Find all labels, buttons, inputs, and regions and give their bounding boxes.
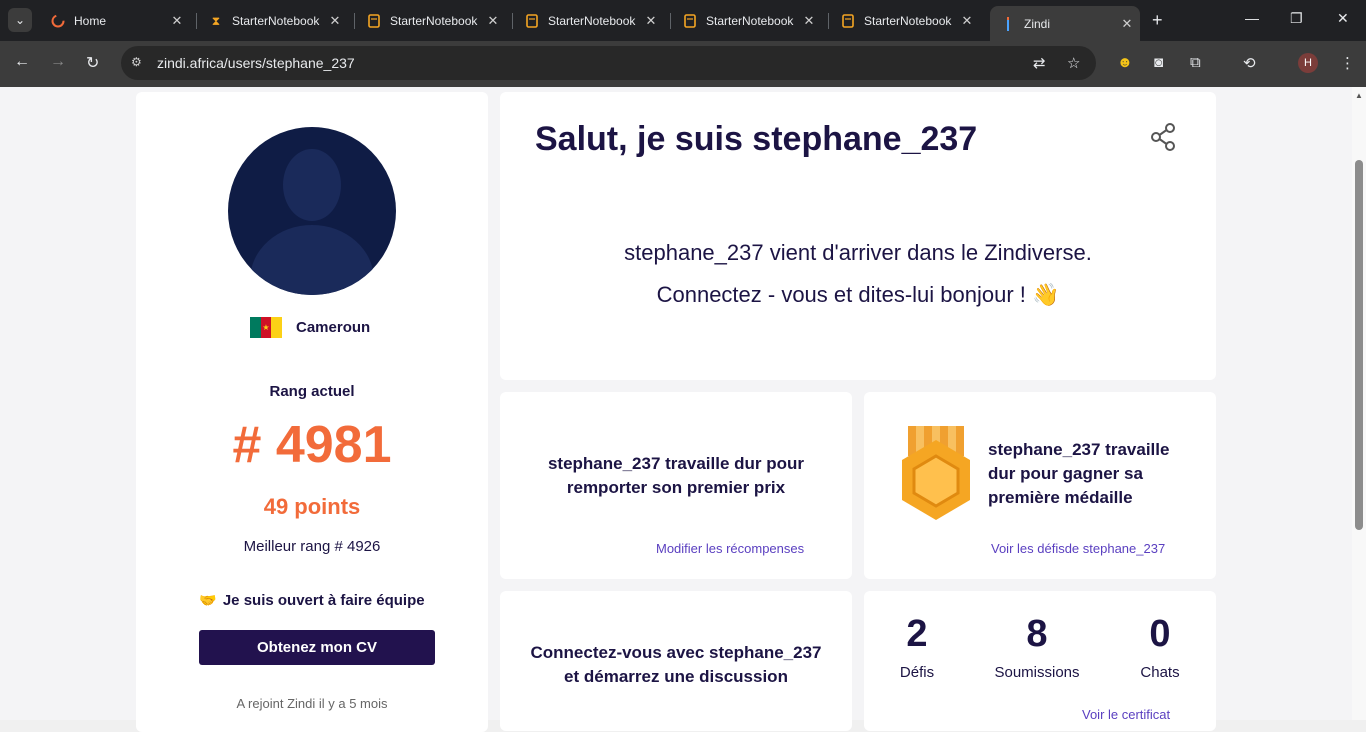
stat-label: Soumissions [994, 664, 1080, 681]
close-icon[interactable]: ✕ [800, 13, 818, 29]
prize-card: stephane_237 travaille dur pour remporte… [500, 392, 852, 579]
stat-value: 2 [906, 613, 928, 655]
team-status: 🤝 Je suis ouvert à faire équipe [136, 592, 488, 609]
page-title: Salut, je suis stephane_237 [535, 120, 978, 158]
reload-icon[interactable]: ↻ [86, 53, 99, 73]
medal-message: stephane_237 travaille dur pour gagner s… [988, 440, 1170, 507]
page-scrollbar[interactable]: ▲ [1352, 87, 1366, 720]
profile-avatar[interactable]: H [1298, 53, 1318, 73]
profile-sidebar-card: ★ Cameroun Rang actuel # 4981 49 points … [136, 92, 488, 732]
greeting-card: Salut, je suis stephane_237 stephane_237… [500, 92, 1216, 380]
tab-title: StarterNotebook [232, 14, 320, 28]
menu-kebab-icon[interactable]: ⋮ [1340, 54, 1355, 72]
close-icon[interactable]: ✕ [642, 13, 660, 29]
page-viewport: ★ Cameroun Rang actuel # 4981 49 points … [0, 87, 1366, 732]
site-info-icon[interactable]: ⚙ [131, 55, 142, 69]
tab-starter-notebook-5[interactable]: StarterNotebook ✕ [830, 8, 980, 34]
tab-divider [196, 13, 197, 29]
cameroon-flag-icon: ★ [250, 317, 283, 338]
tab-starter-notebook-4[interactable]: StarterNotebook ✕ [672, 8, 822, 34]
country-row: ★ Cameroun [250, 317, 370, 338]
tab-divider [670, 13, 671, 29]
edit-rewards-link[interactable]: Modifier les récompenses [656, 541, 804, 556]
stat-submissions: 8 Soumissions [984, 613, 1090, 681]
stat-label: Chats [1140, 664, 1180, 681]
extension-face-icon[interactable]: ☻ [1117, 54, 1133, 71]
notebook-icon [366, 13, 382, 29]
tab-starter-notebook-1[interactable]: ⧗ StarterNotebook ✕ [198, 8, 348, 34]
connect-card: Connectez-vous avec stephane_237 et déma… [500, 591, 852, 731]
medal-card: stephane_237 travaille dur pour gagner s… [864, 392, 1216, 579]
translate-icon[interactable]: ⇄ [1033, 54, 1046, 72]
stat-value: 8 [1026, 613, 1048, 655]
stat-label: Défis [899, 664, 935, 681]
notebook-icon [840, 13, 856, 29]
avatar-silhouette-body [250, 225, 374, 295]
current-rank: # 4981 [232, 416, 392, 474]
tab-title: Zindi [1024, 16, 1051, 31]
minimize-icon[interactable]: — [1245, 10, 1259, 26]
scroll-up-arrow-icon[interactable]: ▲ [1355, 91, 1363, 100]
address-bar[interactable]: ⚙ zindi.africa/users/stephane_237 ⇄ ☆ [121, 46, 1096, 80]
new-tab-icon[interactable]: + [1152, 10, 1163, 31]
tab-search-button[interactable]: ⌄ [8, 8, 32, 32]
welcome-line-1: stephane_237 vient d'arriver dans le Zin… [624, 240, 1092, 265]
browser-tab-strip: ⌄ Home ✕ ⧗ StarterNotebook ✕ StarterNote… [0, 0, 1366, 41]
close-icon[interactable]: ✕ [326, 13, 344, 29]
connect-message: Connectez-vous avec stephane_237 et déma… [530, 643, 822, 686]
welcome-line-2: Connectez - vous et dites-lui bonjour ! … [656, 282, 1060, 307]
stat-challenges: 2 Défis [884, 613, 950, 681]
window-close-icon[interactable]: ✕ [1337, 10, 1349, 27]
forward-icon[interactable]: → [50, 53, 66, 71]
rank-label: Rang actuel [269, 383, 355, 400]
tab-zindi[interactable]: Zindi ✕ [990, 6, 1140, 41]
restore-icon[interactable]: ❐ [1290, 10, 1303, 27]
avatar-silhouette-head [283, 149, 341, 221]
points-value: 49 points [263, 494, 361, 519]
notebook-icon [524, 13, 540, 29]
tab-title: StarterNotebook [864, 14, 952, 28]
close-icon[interactable]: ✕ [168, 13, 186, 29]
close-icon[interactable]: ✕ [1118, 16, 1136, 32]
camera-icon[interactable]: ◙ [1154, 54, 1163, 71]
stat-value: 0 [1149, 613, 1171, 655]
prize-message: stephane_237 travaille dur pour remporte… [547, 454, 805, 497]
bookmark-star-icon[interactable]: ☆ [1067, 54, 1080, 72]
tab-title: StarterNotebook [548, 14, 636, 28]
browser-toolbar: ← → ↻ ⚙ zindi.africa/users/stephane_237 … [0, 41, 1366, 87]
hourglass-icon: ⧗ [211, 13, 221, 28]
best-rank: Meilleur rang # 4926 [243, 538, 381, 555]
tab-starter-notebook-2[interactable]: StarterNotebook ✕ [356, 8, 506, 34]
zindi-logo-icon [50, 13, 66, 29]
view-challenges-link[interactable]: Voir les défisde stephane_237 [991, 541, 1165, 556]
back-icon[interactable]: ← [14, 53, 30, 71]
share-icon[interactable] [1148, 122, 1178, 152]
history-icon[interactable]: ⟲ [1243, 54, 1256, 72]
extensions-puzzle-icon[interactable]: ⧉ [1190, 54, 1201, 71]
close-icon[interactable]: ✕ [484, 13, 502, 29]
close-icon[interactable]: ✕ [958, 13, 976, 29]
country-name: Cameroun [296, 319, 371, 336]
tab-home[interactable]: Home ✕ [40, 8, 190, 34]
medal-icon [898, 426, 974, 526]
tab-title: StarterNotebook [390, 14, 478, 28]
stats-card: 2 Défis 8 Soumissions 0 Chats Voir le ce… [864, 591, 1216, 731]
url-text[interactable]: zindi.africa/users/stephane_237 [157, 55, 355, 71]
tab-divider [828, 13, 829, 29]
tab-divider [354, 13, 355, 29]
tab-divider [512, 13, 513, 29]
notebook-icon [682, 13, 698, 29]
tab-title: StarterNotebook [706, 14, 794, 28]
tab-title: Home [74, 14, 107, 28]
stat-chats: 0 Chats [1124, 613, 1196, 681]
handshake-icon: 🤝 [199, 592, 217, 608]
tab-starter-notebook-3[interactable]: StarterNotebook ✕ [514, 8, 664, 34]
avatar [228, 127, 396, 295]
team-status-text: Je suis ouvert à faire équipe [222, 592, 425, 609]
get-cv-button[interactable]: Obtenez mon CV [199, 630, 435, 665]
welcome-message: stephane_237 vient d'arriver dans le Zin… [500, 232, 1216, 316]
scrollbar-thumb[interactable] [1355, 160, 1363, 530]
zindi-icon [1000, 16, 1016, 32]
joined-text: A rejoint Zindi il y a 5 mois [236, 696, 388, 711]
